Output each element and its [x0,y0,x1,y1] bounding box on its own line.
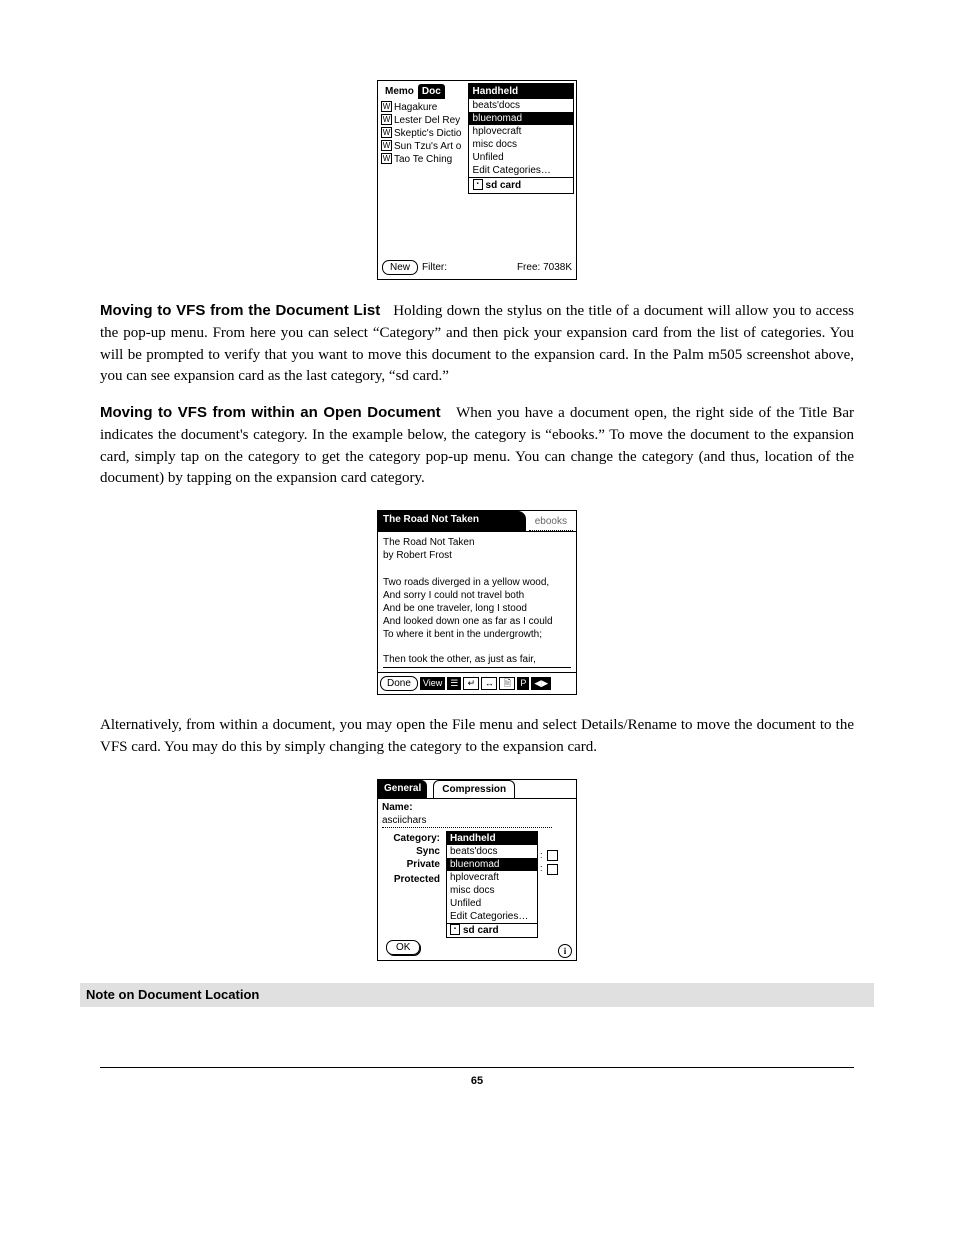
dropdown-item-selected[interactable]: bluenomad [447,858,537,871]
details-dialog-screenshot: General Compression Name: asciichars Cat… [377,779,577,961]
list-item[interactable]: WHagakure [381,101,465,114]
list-item[interactable]: WTao Te Ching [381,153,465,166]
name-label: Name: [382,801,413,814]
info-icon[interactable]: i [558,944,572,958]
dropdown-item-selected[interactable]: bluenomad [469,112,573,125]
dropdown-item[interactable]: misc docs [469,138,573,151]
body-line: Then took the other, as just as fair, [383,653,571,668]
paragraph-vfs-from-list: Moving to VFS from the Document List Hol… [100,300,854,388]
sd-card-icon: ▪ [450,924,460,935]
dropdown-item[interactable]: hplovecraft [469,125,573,138]
doc-icon: W [381,101,392,112]
general-tab[interactable]: General [378,780,427,798]
body-line: And be one traveler, long I stood [383,602,571,615]
dropdown-item[interactable]: Edit Categories… [447,910,537,923]
private-label: Private [382,858,444,871]
dropdown-sdcard[interactable]: ▪sd card [469,177,573,193]
dropdown-item[interactable]: Edit Categories… [469,164,573,177]
document-title-bar: The Road Not Taken [378,511,526,531]
view-button[interactable]: View [420,677,445,691]
body-line: To where it bent in the undergrowth; [383,628,571,641]
toolbar-icon[interactable]: 🗎 [499,677,515,691]
doc-tab[interactable]: Doc [418,84,445,99]
document-body: The Road Not Taken by Robert Frost Two r… [378,532,576,672]
toolbar-icon[interactable]: ◀▶ [531,677,551,691]
compression-tab[interactable]: Compression [433,780,515,798]
paragraph-alternative: Alternatively, from within a document, y… [100,715,854,759]
dropdown-header: Handheld [469,84,573,99]
body-line: by Robert Frost [383,549,571,562]
dropdown-item[interactable]: beats'docs [447,845,537,858]
doc-list-screenshot: Memo Doc WHagakure WLester Del Rey WSkep… [377,80,577,280]
category-dropdown[interactable]: Handheld beats'docs bluenomad hplovecraf… [468,83,574,194]
new-button[interactable]: New [382,260,418,275]
private-checkbox[interactable] [547,864,558,875]
toolbar-icon[interactable]: ☰ [447,677,461,691]
list-tabs: Memo Doc [378,81,468,99]
dropdown-item[interactable]: beats'docs [469,99,573,112]
dropdown-header: Handheld [447,832,537,845]
paragraph-heading: Moving to VFS from within an Open Docume… [100,404,441,421]
free-space-label: Free: 7038K [517,261,572,274]
dropdown-item[interactable]: Unfiled [469,151,573,164]
dropdown-item[interactable]: misc docs [447,884,537,897]
category-label: Category: [382,832,444,845]
memo-tab[interactable]: Memo [381,84,418,99]
section-header-note: Note on Document Location [80,983,874,1008]
doc-icon: W [381,140,392,151]
dropdown-sdcard[interactable]: ▪sd card [447,923,537,937]
toolbar-icon[interactable]: P [517,677,529,691]
sync-label: Sync [382,845,444,858]
dropdown-item[interactable]: Unfiled [447,897,537,910]
sd-card-icon: ▪ [473,179,483,190]
list-item[interactable]: WSkeptic's Dictio [381,127,465,140]
filter-label: Filter: [422,261,447,274]
done-button[interactable]: Done [380,676,418,691]
ok-button[interactable]: OK [386,940,420,955]
body-line: Two roads diverged in a yellow wood, [383,576,571,589]
doc-icon: W [381,153,392,164]
body-line: And looked down one as far as I could [383,615,571,628]
open-document-screenshot: The Road Not Taken ebooks The Road Not T… [377,510,577,695]
list-item[interactable]: WSun Tzu's Art o [381,140,465,153]
doc-icon: W [381,114,392,125]
body-line: The Road Not Taken [383,536,571,549]
document-list: WHagakure WLester Del Rey WSkeptic's Dic… [378,99,468,168]
paragraph-heading: Moving to VFS from the Document List [100,302,380,319]
document-category-selector[interactable]: ebooks [529,513,573,531]
document-toolbar: Done View ☰ ↵ ↔ 🗎 P ◀▶ [378,672,576,694]
protected-label: Protected [382,873,444,886]
page-number: 65 [471,1075,483,1087]
list-item[interactable]: WLester Del Rey [381,114,465,127]
page-footer: 65 [100,1067,854,1090]
sync-checkbox[interactable] [547,850,558,861]
doc-icon: W [381,127,392,138]
toolbar-icon[interactable]: ↵ [463,677,479,691]
body-line: And sorry I could not travel both [383,589,571,602]
dropdown-item[interactable]: hplovecraft [447,871,537,884]
category-dropdown[interactable]: Handheld beats'docs bluenomad hplovecraf… [446,831,538,938]
toolbar-icon[interactable]: ↔ [481,677,497,691]
name-field[interactable]: asciichars [382,814,552,828]
paragraph-vfs-from-open-doc: Moving to VFS from within an Open Docume… [100,402,854,490]
